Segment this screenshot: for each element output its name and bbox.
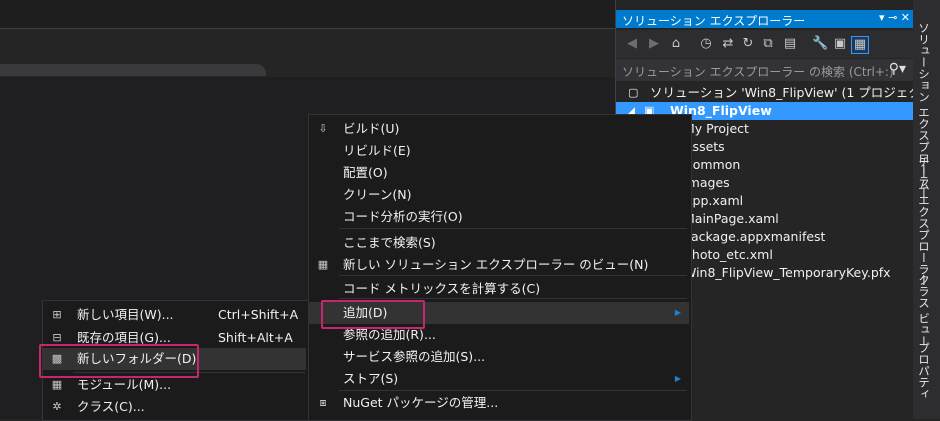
back-icon[interactable]: ◀ xyxy=(624,36,640,52)
existing-item-icon: ⊟ xyxy=(52,331,62,344)
submenu-item-label: クラス(C)... xyxy=(77,399,145,414)
new-view-icon: ▦ xyxy=(317,258,329,271)
view-toggle-icon[interactable]: ▦ xyxy=(851,36,869,54)
refresh-icon[interactable]: ↻ xyxy=(740,36,756,52)
search-icon[interactable]: ⚲▾ xyxy=(889,61,906,77)
shortcut-text: Shift+Alt+A xyxy=(218,330,293,345)
menu-item[interactable]: ここまで検索(S) xyxy=(309,232,689,254)
forward-icon[interactable]: ▶ xyxy=(646,36,662,52)
search-placeholder: ソリューション エクスプローラー の検索 (Ctrl+:) xyxy=(622,65,894,79)
menu-item[interactable]: ⧆ NuGet パッケージの管理... xyxy=(309,392,689,414)
tree-item-label: Common xyxy=(684,157,741,172)
callout-add-highlight xyxy=(321,300,425,329)
class-icon: ✲ xyxy=(52,400,62,413)
menu-item[interactable]: クリーン(N) xyxy=(309,184,689,206)
preview-icon[interactable]: ▣ xyxy=(832,36,848,52)
menu-item-label: リビルド(E) xyxy=(343,143,411,158)
menu-item[interactable]: 配置(O) xyxy=(309,162,689,184)
sync-icon[interactable]: ⇄ xyxy=(720,36,736,52)
menu-item-label: NuGet パッケージの管理... xyxy=(343,395,499,410)
build-icon: ⇩ xyxy=(318,122,328,135)
menu-item-label: サービス参照の追加(S)... xyxy=(343,349,486,364)
submenu-arrow-icon: ▶ xyxy=(674,308,681,317)
menu-item-label: ストア(S) xyxy=(343,371,399,386)
menu-separator xyxy=(339,228,687,229)
tree-item-label: ソリューション 'Win8_FlipView' (1 プロジェクト) xyxy=(650,85,939,100)
tree-item-label: My Project xyxy=(684,121,749,136)
tree-item-label: App.xaml xyxy=(684,193,744,208)
new-item-icon: ⊞ xyxy=(52,308,62,321)
tree-solution-node[interactable]: ▢ ソリューション 'Win8_FlipView' (1 プロジェクト) xyxy=(616,84,938,102)
menu-item-label: ビルド(U) xyxy=(343,121,400,136)
collapse-all-icon[interactable]: ⧉ xyxy=(760,36,776,52)
home-icon[interactable]: ⌂ xyxy=(668,36,684,52)
solution-icon: ▢ xyxy=(628,86,639,99)
menu-item[interactable]: コード メトリックスを計算する(C) xyxy=(309,278,689,300)
project-context-menu: ⇩ ビルド(U) リビルド(E) 配置(O) クリーン(N) コード分析の実行(O) ここま… xyxy=(308,114,692,421)
window-buttons[interactable]: ▾ ⊸ ✕ xyxy=(879,11,910,24)
submenu-item[interactable]: ⊞ 新しい項目(W)... Ctrl+Shift+A xyxy=(43,304,306,326)
module-icon: ▦ xyxy=(51,378,63,391)
menu-item-label: コード分析の実行(O) xyxy=(343,209,463,224)
tree-item-label: photo_etc.xml xyxy=(684,247,773,262)
tree-item-label: MainPage.xaml xyxy=(684,211,779,226)
panel-title: ソリューション エクスプローラー xyxy=(622,14,806,28)
shortcut-text: Ctrl+Shift+A xyxy=(218,307,299,322)
submenu-item[interactable]: ✲ クラス(C)... xyxy=(43,396,306,418)
solution-explorer-toolbar: ◀ ▶ ⌂ ◷ ⇄ ↻ ⧉ ▤ 🔧 ▣ ▦ xyxy=(616,30,914,58)
menu-item[interactable]: ストア(S) ▶ xyxy=(309,368,689,390)
properties-icon[interactable]: 🔧 xyxy=(812,36,828,52)
tree-item-label: Package.appxmanifest xyxy=(684,229,826,244)
side-tab-class-view[interactable]: クラス ビュー xyxy=(916,274,932,347)
menu-item-label: 配置(O) xyxy=(343,165,388,180)
menu-item[interactable]: サービス参照の追加(S)... xyxy=(309,346,689,368)
tree-item-label: Win8_FlipView_TemporaryKey.pfx xyxy=(684,265,891,280)
side-tool-tabs: ソリューション エクスプローラー チーム エクスプローラー クラス ビュー プロ… xyxy=(913,0,940,419)
menu-item[interactable]: ▦ 新しい ソリューション エクスプローラー のビュー(N) xyxy=(309,254,689,276)
menu-separator xyxy=(339,390,687,391)
search-box[interactable]: ソリューション エクスプローラー の検索 (Ctrl+:) ⚲▾ xyxy=(616,59,914,81)
side-tab-properties[interactable]: プロパティ xyxy=(916,342,932,400)
menu-item[interactable]: コード分析の実行(O) xyxy=(309,206,689,228)
side-tab-team-explorer[interactable]: チーム エクスプローラー xyxy=(916,156,932,286)
nuget-icon: ⧆ xyxy=(319,396,327,409)
menu-item[interactable]: リビルド(E) xyxy=(309,140,689,162)
menu-item-label: 新しい ソリューション エクスプローラー のビュー(N) xyxy=(343,257,649,272)
show-all-files-icon[interactable]: ▤ xyxy=(782,36,798,52)
editor-tab-strip xyxy=(0,64,266,76)
submenu-item-label: 新しい項目(W)... xyxy=(77,307,174,322)
history-icon[interactable]: ◷ xyxy=(698,36,714,52)
editor-title-area xyxy=(0,0,615,29)
menu-item[interactable]: ⇩ ビルド(U) xyxy=(309,118,689,140)
submenu-arrow-icon: ▶ xyxy=(674,374,681,383)
solution-explorer-titlebar: ソリューション エクスプローラー ▾ ⊸ ✕ xyxy=(616,10,914,28)
menu-item-label: クリーン(N) xyxy=(343,187,412,202)
callout-new-folder-highlight xyxy=(39,344,199,378)
menu-item-label: コード メトリックスを計算する(C) xyxy=(343,281,541,296)
menu-item-label: ここまで検索(S) xyxy=(343,235,436,250)
